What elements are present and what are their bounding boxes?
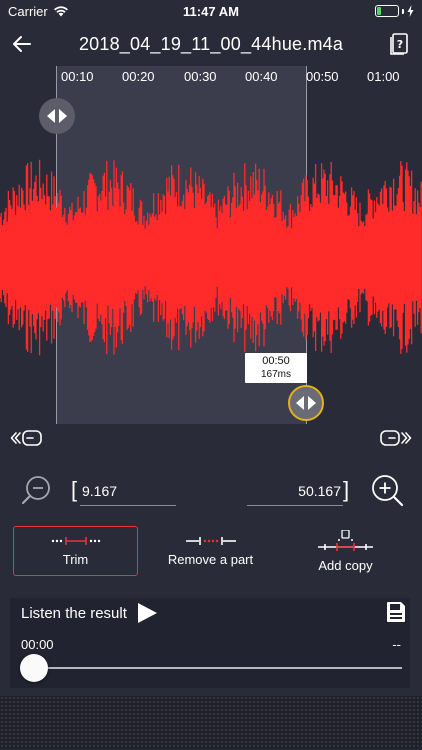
current-time: 00:00 bbox=[21, 637, 54, 652]
start-time-input[interactable]: 9.167 bbox=[80, 478, 176, 506]
listen-label: Listen the result bbox=[21, 605, 127, 622]
remove-part-button[interactable]: Remove a part bbox=[148, 526, 273, 576]
play-icon[interactable] bbox=[136, 602, 158, 624]
nav-bar: 2018_04_19_11_00_44hue.m4a ? bbox=[0, 22, 422, 66]
end-time-input[interactable]: 50.167 bbox=[247, 478, 343, 506]
battery-level bbox=[377, 7, 381, 15]
waveform-path bbox=[0, 159, 422, 356]
edit-mode-selector: Trim Remove a part Add copy bbox=[0, 526, 422, 578]
timeline-tick: 00:40 bbox=[245, 69, 278, 84]
timeline-tick: 01:00 bbox=[367, 69, 400, 84]
file-title: 2018_04_19_11_00_44hue.m4a bbox=[78, 33, 344, 54]
handle-time-tooltip: 00:50 167ms bbox=[245, 353, 307, 383]
charging-bolt-icon bbox=[407, 5, 414, 17]
status-left: Carrier bbox=[8, 4, 69, 19]
range-controls: [ 9.167 50.167 ] bbox=[0, 470, 422, 514]
listen-panel: Listen the result 00:00 -- bbox=[10, 598, 410, 688]
trim-mode-button[interactable]: Trim bbox=[13, 526, 138, 576]
duration-time: -- bbox=[392, 637, 401, 652]
waveform-editor[interactable]: 00:10 00:20 00:30 00:40 00:50 01:00 00:5… bbox=[0, 66, 422, 424]
timeline-ruler: 00:10 00:20 00:30 00:40 00:50 01:00 bbox=[0, 66, 422, 86]
drag-arrows-icon bbox=[296, 396, 316, 410]
help-book-icon[interactable]: ? bbox=[388, 32, 410, 56]
close-bracket: ] bbox=[343, 477, 350, 502]
open-bracket: [ bbox=[71, 477, 78, 502]
battery-tip bbox=[402, 8, 404, 14]
back-arrow-icon[interactable] bbox=[10, 32, 34, 56]
add-copy-label: Add copy bbox=[318, 557, 373, 573]
status-right bbox=[375, 5, 414, 17]
wifi-icon bbox=[53, 6, 68, 17]
tooltip-time: 00:50 bbox=[262, 355, 290, 367]
remove-part-icon bbox=[185, 536, 236, 545]
timeline-tick: 00:50 bbox=[306, 69, 339, 84]
tooltip-ms: 167ms bbox=[260, 369, 291, 380]
drag-arrows-icon bbox=[47, 109, 67, 123]
status-bar: Carrier 11:47 AM bbox=[0, 0, 422, 22]
svg-text:?: ? bbox=[397, 38, 403, 51]
timeline-tick: 00:20 bbox=[122, 69, 155, 84]
remove-part-label: Remove a part bbox=[167, 551, 254, 567]
timeline-tick: 00:30 bbox=[184, 69, 217, 84]
dotted-background bbox=[0, 696, 422, 750]
add-copy-button[interactable]: Add copy bbox=[283, 526, 408, 576]
playback-track[interactable] bbox=[34, 667, 402, 669]
zoom-in-icon[interactable] bbox=[370, 473, 404, 507]
battery-icon bbox=[375, 5, 399, 17]
add-copy-icon bbox=[317, 529, 373, 551]
trim-end-handle[interactable] bbox=[288, 385, 324, 421]
carrier-label: Carrier bbox=[8, 3, 48, 19]
save-icon[interactable] bbox=[386, 601, 406, 623]
trim-icon bbox=[51, 536, 100, 545]
playback-thumb[interactable] bbox=[20, 654, 48, 682]
timeline-tick: 00:10 bbox=[61, 69, 94, 84]
audio-waveform[interactable] bbox=[0, 150, 422, 365]
trim-start-handle[interactable] bbox=[39, 98, 75, 134]
trim-label: Trim bbox=[62, 551, 89, 567]
zoom-out-icon[interactable] bbox=[20, 474, 52, 506]
scroll-left-icon[interactable] bbox=[10, 428, 44, 448]
scroll-right-icon[interactable] bbox=[378, 428, 412, 448]
